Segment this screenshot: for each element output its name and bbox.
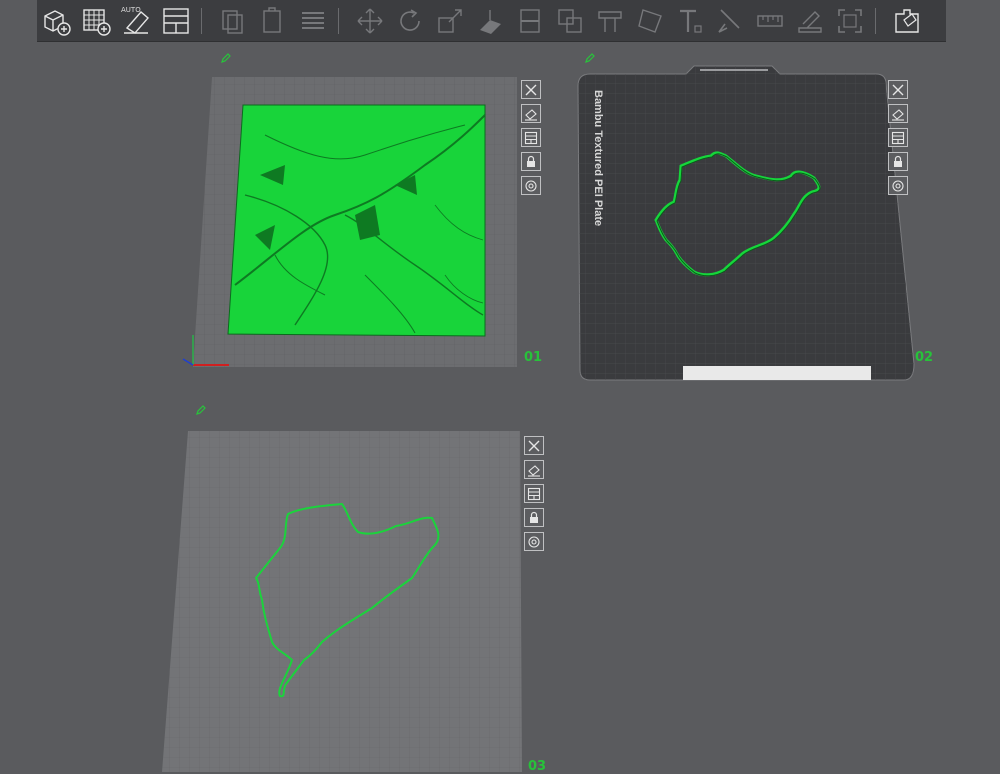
toolbar-separator — [201, 7, 202, 34]
plate-info-strip — [683, 366, 871, 380]
close-button[interactable] — [521, 80, 541, 99]
layers-icon — [302, 11, 324, 29]
support-paint-icon — [598, 10, 622, 32]
paste-button[interactable] — [256, 4, 290, 38]
plate-03-tools — [524, 436, 544, 551]
plate-01-bed — [182, 77, 517, 367]
plate-02-tools — [888, 80, 908, 195]
plate-03-bed — [162, 431, 522, 772]
lay-on-face-button[interactable] — [473, 4, 507, 38]
add-plate-button[interactable] — [79, 4, 113, 38]
rotate-button[interactable] — [393, 4, 427, 38]
plate-number: 01 — [524, 350, 543, 365]
fit-view-icon — [838, 8, 862, 33]
plate-type-label: Bambu Textured PEI Plate — [592, 90, 604, 227]
lock-button[interactable] — [524, 508, 544, 527]
image-button[interactable] — [524, 460, 544, 479]
grid-plus-icon — [83, 8, 111, 36]
seam-paint-button[interactable] — [793, 4, 827, 38]
variable-layer-button[interactable] — [633, 4, 667, 38]
boolean-button[interactable] — [553, 4, 587, 38]
add-object-button[interactable] — [39, 4, 73, 38]
settings-button[interactable] — [521, 176, 541, 195]
edit-icon[interactable] — [195, 404, 207, 416]
color-paint-icon — [718, 8, 740, 33]
toolbar-separator — [875, 7, 876, 34]
assembly-icon — [895, 8, 919, 33]
settings-icon — [525, 179, 537, 192]
layers-button[interactable] — [296, 4, 330, 38]
cube-plus-icon — [44, 9, 71, 36]
scale-icon — [438, 8, 462, 33]
plate-01-tools — [521, 80, 541, 195]
lock-icon — [530, 511, 538, 523]
copy-icon — [222, 9, 243, 34]
arrange-icon — [163, 7, 189, 34]
image-icon — [528, 464, 540, 477]
auto-label: AUTO — [121, 5, 141, 14]
color-paint-button[interactable] — [713, 4, 747, 38]
cut-button[interactable] — [513, 4, 547, 38]
settings-button[interactable] — [888, 176, 908, 195]
text-button[interactable] — [673, 4, 707, 38]
image-icon — [525, 108, 537, 121]
paste-icon — [263, 6, 281, 33]
toolbar-separator — [338, 7, 339, 34]
plate-number: 02 — [915, 350, 934, 365]
text-icon — [680, 9, 702, 33]
plate-02-bed — [577, 65, 915, 381]
close-icon — [525, 84, 537, 95]
edit-icon[interactable] — [584, 52, 596, 64]
measure-icon — [757, 14, 783, 27]
scale-button[interactable] — [433, 4, 467, 38]
measure-button[interactable] — [753, 4, 787, 38]
arrange-plate-button[interactable] — [521, 128, 541, 147]
arrange-plate-button[interactable] — [524, 484, 544, 503]
seam-paint-icon — [798, 10, 822, 33]
support-paint-button[interactable] — [593, 4, 627, 38]
lock-button[interactable] — [521, 152, 541, 171]
main-toolbar: AUTO — [37, 0, 946, 42]
fit-view-button[interactable] — [833, 4, 867, 38]
close-button[interactable] — [524, 436, 544, 455]
arrange-plate-button[interactable] — [888, 128, 908, 147]
assembly-button[interactable] — [890, 4, 924, 38]
arrange-button[interactable] — [159, 4, 193, 38]
close-icon — [892, 84, 904, 95]
move-icon — [357, 8, 383, 33]
settings-icon — [892, 179, 904, 192]
image-icon — [892, 108, 904, 121]
terrain-model[interactable] — [227, 104, 486, 337]
arrange-icon — [524, 131, 538, 144]
variable-layer-icon — [638, 8, 662, 33]
close-icon — [528, 440, 540, 451]
cut-icon — [520, 8, 540, 33]
edit-icon[interactable] — [220, 52, 232, 64]
settings-icon — [528, 535, 540, 548]
copy-button[interactable] — [216, 4, 250, 38]
close-button[interactable] — [888, 80, 908, 99]
auto-orient-button[interactable]: AUTO — [119, 4, 153, 38]
lock-icon — [894, 155, 902, 167]
image-button[interactable] — [521, 104, 541, 123]
rotate-icon — [400, 8, 420, 31]
lock-icon — [527, 155, 535, 167]
arrange-icon — [891, 131, 905, 144]
lay-on-face-icon — [480, 9, 501, 34]
move-button[interactable] — [353, 4, 387, 38]
lock-button[interactable] — [888, 152, 908, 171]
settings-button[interactable] — [524, 532, 544, 551]
boolean-icon — [558, 8, 582, 33]
arrange-icon — [527, 487, 541, 500]
image-button[interactable] — [888, 104, 908, 123]
